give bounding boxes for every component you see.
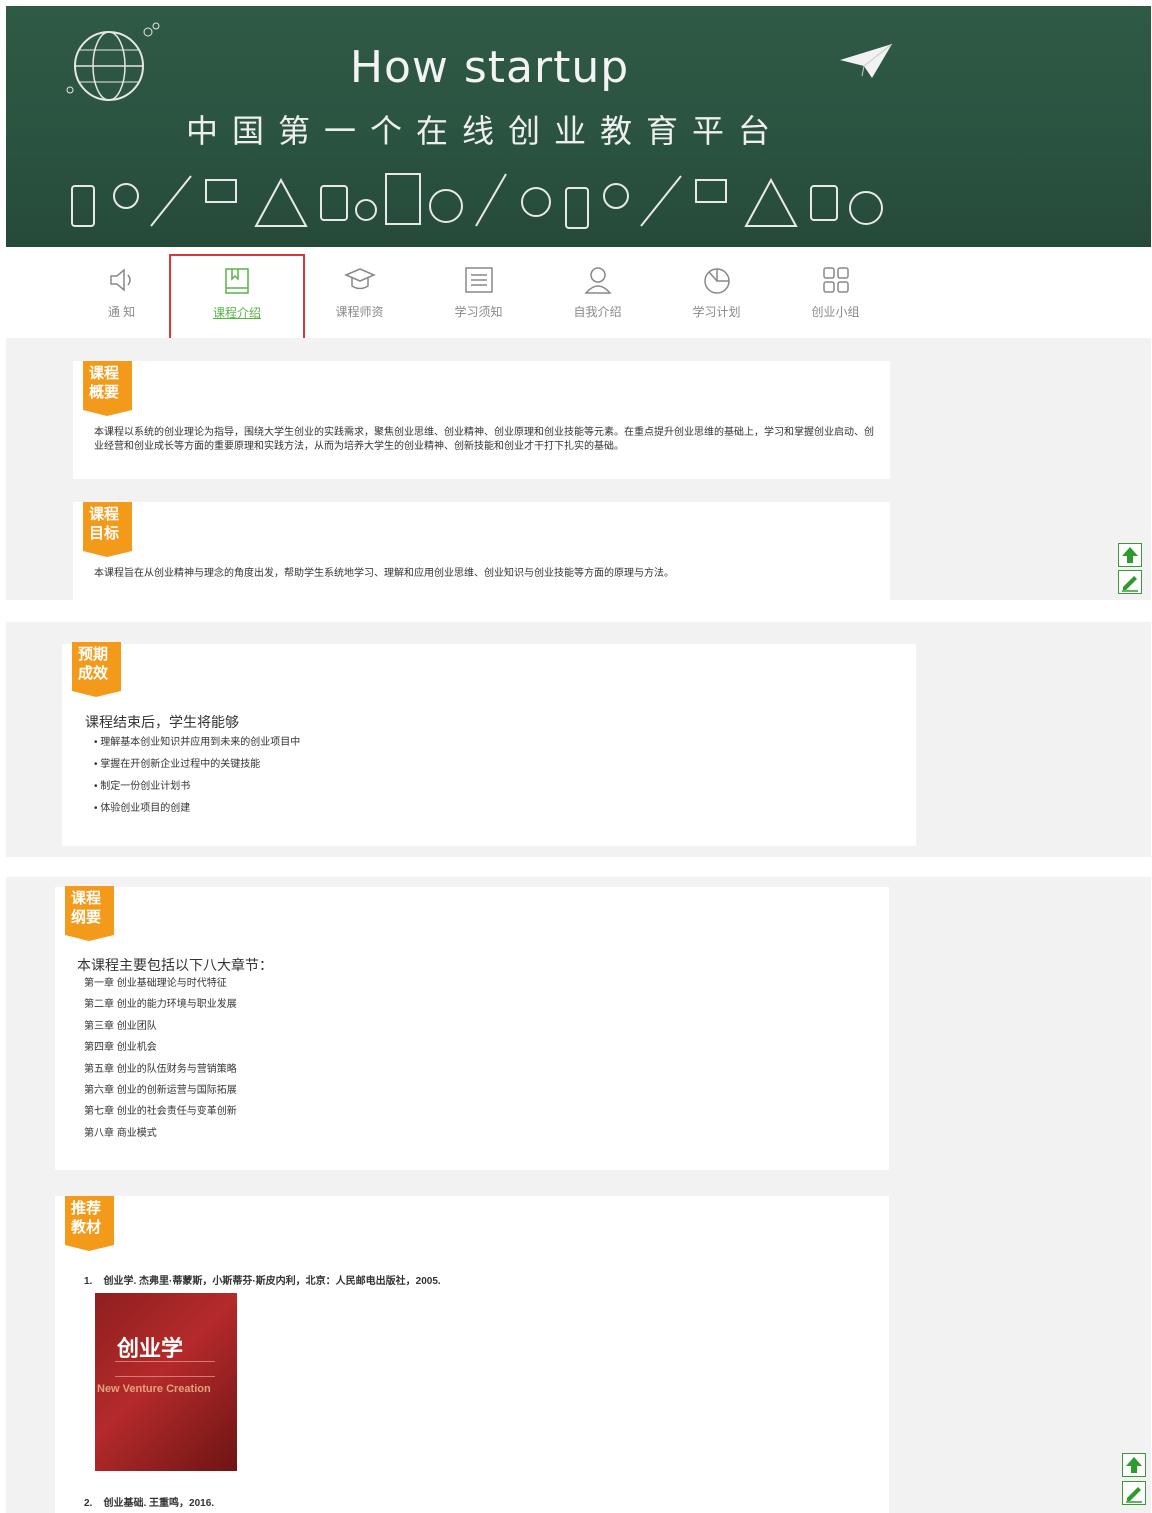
edit-icon xyxy=(1122,576,1138,592)
book-item: 2. 创业基础. 王重鸣，2016. xyxy=(84,1498,215,1509)
list-item: 掌握在开创新企业过程中的关键技能 xyxy=(94,754,300,776)
nav-item-notice[interactable]: 通 知 xyxy=(62,255,181,350)
scroll-top-button[interactable] xyxy=(1122,1453,1146,1477)
edit-button[interactable] xyxy=(1122,1481,1146,1505)
nav-label: 创业小组 xyxy=(811,305,860,319)
book-icon xyxy=(225,268,249,294)
goal-tag: 课程 目标 xyxy=(83,502,132,557)
syllabus-tag: 课程 纲要 xyxy=(65,886,114,941)
scroll-top-button[interactable] xyxy=(1118,543,1142,567)
overview-text: 本课程以系统的创业理论为指导，围绕大学生创业的实践需求，聚焦创业思维、创业精神、… xyxy=(94,427,874,452)
outcome-list: 理解基本创业知识并应用到未来的创业项目中 掌握在开创新企业过程中的关键技能 制定… xyxy=(94,732,300,820)
nav-label: 通 知 xyxy=(107,305,136,319)
book-cover-image: 创业学 New Venture Creation xyxy=(95,1293,237,1471)
user-icon xyxy=(583,267,612,294)
list-item: 第五章 创业的队伍财务与营销策略 xyxy=(84,1063,237,1075)
books-tag: 推荐 教材 xyxy=(65,1196,114,1251)
pie-chart-icon xyxy=(703,268,730,294)
goal-card xyxy=(73,502,890,600)
banner-subtitle: 中国第一个在线创业教育平台 xyxy=(186,112,785,150)
nav-item-course-intro[interactable]: 课程介绍 xyxy=(169,254,305,352)
nav-label: 自我介绍 xyxy=(573,305,622,319)
list-icon xyxy=(464,267,493,293)
nav-label: 学习计划 xyxy=(692,305,741,319)
nav-label: 课程师资 xyxy=(335,305,384,319)
list-item: 第三章 创业团队 xyxy=(84,1020,157,1032)
overview-tag: 课程 概要 xyxy=(83,361,132,416)
list-item: 第二章 创业的能力环境与职业发展 xyxy=(84,999,237,1011)
edit-button[interactable] xyxy=(1118,570,1142,594)
nav-label: 课程介绍 xyxy=(212,306,261,320)
header-banner: How startup 中国第一个在线创业教育平台 xyxy=(6,6,1151,247)
arrow-up-icon xyxy=(1122,547,1138,563)
list-item: 第八章 商业模式 xyxy=(84,1127,157,1139)
outcome-tag: 预期 成效 xyxy=(72,642,121,697)
nav-item-teachers[interactable]: 课程师资 xyxy=(300,255,419,350)
list-item: 体验创业项目的创建 xyxy=(94,798,300,820)
list-item: 第七章 创业的社会责任与变革创新 xyxy=(84,1106,237,1118)
overview-card xyxy=(73,361,890,479)
syllabus-lead: 本课程主要包括以下八大章节： xyxy=(77,957,273,973)
book-item: 1. 创业学. 杰弗里·蒂蒙斯，小斯蒂芬·斯皮内利，北京：人民邮电出版社，200… xyxy=(84,1276,441,1287)
nav-label: 学习须知 xyxy=(454,305,503,319)
arrow-up-icon xyxy=(1126,1457,1142,1473)
list-item: 制定一份创业计划书 xyxy=(94,776,300,798)
edit-icon xyxy=(1126,1487,1142,1503)
grid-icon xyxy=(822,267,849,293)
outcome-lead: 课程结束后，学生将能够 xyxy=(85,714,239,730)
list-item: 第四章 创业机会 xyxy=(84,1042,157,1054)
school-doodles-icon xyxy=(71,173,883,229)
course-nav: 通 知 课程介绍 课程师资 学习须知 自我介绍 学习计划 创业小组 xyxy=(62,254,895,352)
paper-plane-icon xyxy=(840,43,893,78)
list-item: 第一章 创业基础理论与时代特征 xyxy=(84,978,227,989)
list-item: 理解基本创业知识并应用到未来的创业项目中 xyxy=(94,732,300,754)
chapter-list: 第一章 创业基础理论与时代特征 第二章 创业的能力环境与职业发展 第三章 创业团… xyxy=(84,973,237,1144)
goal-text: 本课程旨在从创业精神与理念的角度出发，帮助学生系统地学习、理解和应用创业思维、创… xyxy=(94,568,674,579)
nav-item-self-intro[interactable]: 自我介绍 xyxy=(538,255,657,350)
banner-title: How startup xyxy=(349,42,630,93)
list-item: 第六章 创业的创新运营与国际拓展 xyxy=(84,1085,237,1097)
nav-item-study-plan[interactable]: 学习计划 xyxy=(657,255,776,350)
nav-item-startup-group[interactable]: 创业小组 xyxy=(776,255,895,350)
nav-item-study-notes[interactable]: 学习须知 xyxy=(419,255,538,350)
speaker-icon xyxy=(109,268,131,292)
mortarboard-icon xyxy=(343,268,376,290)
